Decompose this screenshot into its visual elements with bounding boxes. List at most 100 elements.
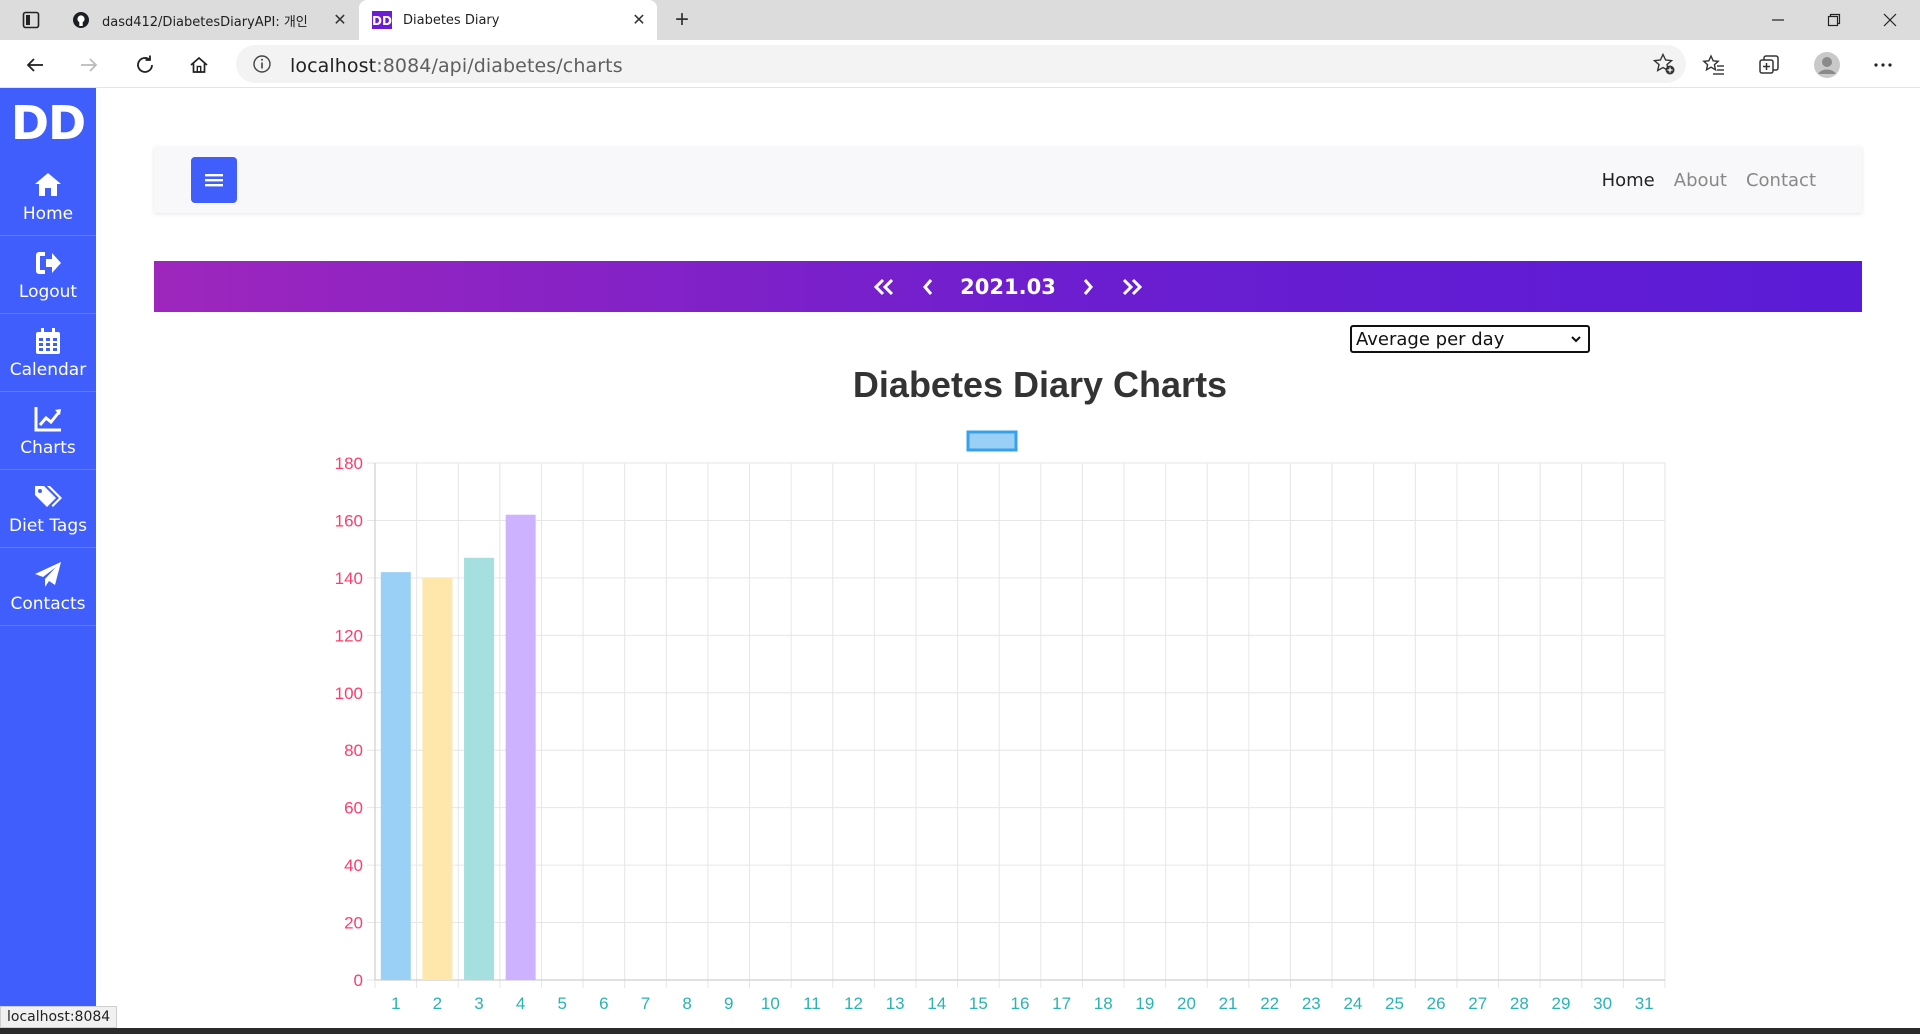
sidebar-item-label: Diet Tags: [9, 515, 87, 536]
more-options-icon[interactable]: [1866, 48, 1900, 82]
y-tick-label: 180: [335, 454, 363, 473]
back-button[interactable]: [18, 48, 52, 82]
home-icon: [35, 172, 61, 196]
y-tick-label: 160: [335, 511, 363, 530]
tab-title: Diabetes Diary: [403, 12, 500, 28]
sidebar-item-label: Calendar: [9, 359, 87, 380]
link-status-bar: localhost:8084: [0, 1006, 118, 1028]
x-tick-label: 4: [516, 994, 525, 1013]
close-icon[interactable]: ✕: [326, 6, 354, 34]
brand-logo[interactable]: DD: [0, 88, 96, 158]
diabetes-bar-chart: Diabetes Diary Charts0204060801001201401…: [335, 364, 1666, 1013]
month-navigation-bar: 2021.03: [154, 261, 1862, 312]
x-tick-label: 11: [803, 994, 821, 1013]
y-tick-label: 60: [344, 799, 363, 818]
x-tick-label: 30: [1593, 994, 1612, 1013]
y-tick-label: 40: [344, 856, 363, 875]
chart-bar: [422, 577, 453, 980]
y-tick-label: 20: [344, 914, 363, 933]
legend-swatch: [966, 430, 1018, 452]
tags-icon: [35, 485, 62, 507]
x-tick-label: 15: [969, 994, 988, 1013]
chevron-right-icon: [1083, 278, 1093, 295]
x-tick-label: 7: [641, 994, 650, 1013]
x-tick-label: 19: [1135, 994, 1154, 1013]
y-tick-label: 120: [335, 626, 363, 645]
new-tab-button[interactable]: +: [668, 6, 696, 34]
sidebar-item-logout[interactable]: Logout: [0, 236, 96, 314]
calendar-icon: [36, 327, 60, 354]
x-tick-label: 3: [474, 994, 483, 1013]
nav-link-home[interactable]: Home: [1602, 170, 1655, 191]
reload-button[interactable]: [128, 48, 162, 82]
svg-text:DD: DD: [372, 14, 392, 28]
sidebar-item-diet-tags[interactable]: Diet Tags: [0, 470, 96, 548]
x-tick-label: 23: [1302, 994, 1321, 1013]
y-tick-label: 80: [344, 741, 363, 760]
url-host: localhost: [290, 55, 377, 77]
x-tick-label: 31: [1635, 994, 1654, 1013]
double-chevron-right-icon: [1122, 278, 1142, 295]
url-field[interactable]: localhost:8084/api/diabetes/charts: [236, 45, 1686, 83]
paper-plane-icon: [35, 561, 61, 587]
chart-title: Diabetes Diary Charts: [853, 364, 1227, 405]
current-month-label: 2021.03: [960, 274, 1056, 299]
logout-icon: [36, 251, 61, 274]
github-icon: [70, 9, 92, 31]
home-browser-button[interactable]: [182, 48, 216, 82]
browser-tab-strip: dasd412/DiabetesDiaryAPI: 개인 ✕ DD Diabet…: [0, 0, 1920, 40]
info-icon[interactable]: [252, 54, 272, 74]
favorites-add-icon[interactable]: [1652, 52, 1676, 76]
x-tick-label: 1: [391, 994, 400, 1013]
x-tick-label: 18: [1094, 994, 1113, 1013]
y-tick-label: 100: [335, 684, 363, 703]
previous-year-button[interactable]: [862, 267, 906, 307]
sidebar-item-label: Logout: [18, 281, 78, 302]
double-chevron-left-icon: [874, 278, 894, 295]
y-tick-label: 140: [335, 569, 363, 588]
x-tick-label: 27: [1468, 994, 1487, 1013]
browser-tab-diabetes-diary[interactable]: DD Diabetes Diary ✕: [359, 0, 657, 40]
x-tick-label: 8: [682, 994, 691, 1013]
x-tick-label: 5: [558, 994, 567, 1013]
x-tick-label: 9: [724, 994, 733, 1013]
sidebar-item-calendar[interactable]: Calendar: [0, 314, 96, 392]
close-icon[interactable]: ✕: [625, 6, 653, 34]
sidebar-item-home[interactable]: Home: [0, 158, 96, 236]
sidebar: DD Home Logout Calendar Charts Diet Tags…: [0, 88, 96, 1034]
close-window-button[interactable]: [1862, 0, 1918, 40]
x-tick-label: 10: [761, 994, 780, 1013]
topnav-links: Home About Contact: [1602, 147, 1816, 213]
x-tick-label: 2: [433, 994, 442, 1013]
chart-mode-select[interactable]: Average per day: [1350, 325, 1590, 353]
next-month-button[interactable]: [1066, 267, 1110, 307]
favorites-icon[interactable]: [1697, 48, 1731, 82]
chart-line-icon: [34, 406, 61, 431]
x-tick-label: 20: [1177, 994, 1196, 1013]
forward-button[interactable]: [72, 48, 106, 82]
x-tick-label: 26: [1427, 994, 1446, 1013]
sidebar-toggle-button[interactable]: [191, 157, 237, 203]
collections-icon[interactable]: [1752, 48, 1786, 82]
taskbar-edge: [0, 1028, 1920, 1034]
x-tick-label: 29: [1552, 994, 1571, 1013]
x-tick-label: 24: [1343, 994, 1362, 1013]
chart-bar: [464, 557, 495, 980]
dd-icon: DD: [371, 9, 393, 31]
profile-avatar[interactable]: [1810, 48, 1844, 82]
x-tick-label: 28: [1510, 994, 1529, 1013]
previous-month-button[interactable]: [906, 267, 950, 307]
nav-link-about[interactable]: About: [1674, 170, 1727, 191]
tab-actions-icon[interactable]: [20, 9, 42, 31]
menu-icon: [205, 174, 223, 187]
x-tick-label: 21: [1219, 994, 1238, 1013]
sidebar-item-contacts[interactable]: Contacts: [0, 548, 96, 626]
x-tick-label: 22: [1260, 994, 1279, 1013]
sidebar-item-charts[interactable]: Charts: [0, 392, 96, 470]
next-year-button[interactable]: [1110, 267, 1154, 307]
browser-tab-github[interactable]: dasd412/DiabetesDiaryAPI: 개인 ✕: [58, 0, 358, 40]
minimize-button[interactable]: [1750, 0, 1806, 40]
nav-link-contact[interactable]: Contact: [1746, 170, 1816, 191]
restore-button[interactable]: [1806, 0, 1862, 40]
x-tick-label: 6: [599, 994, 608, 1013]
